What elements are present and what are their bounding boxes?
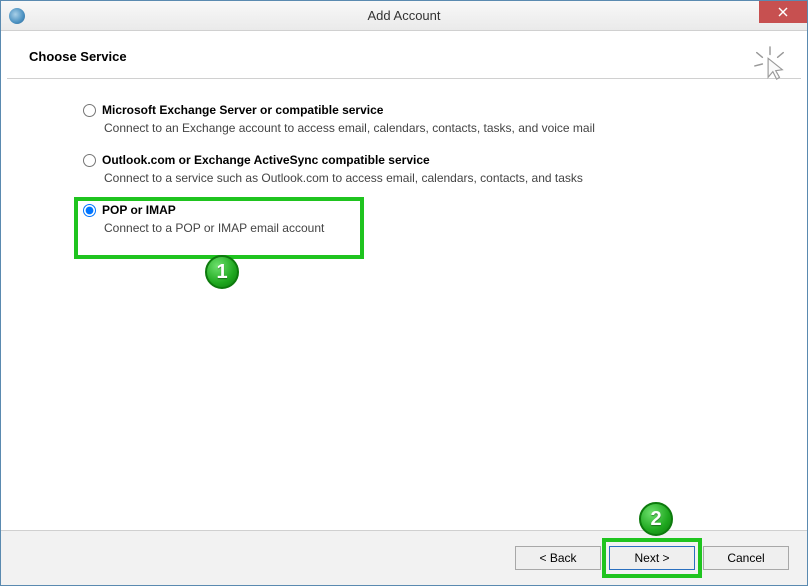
titlebar: Add Account (1, 1, 807, 31)
option-exchange: Microsoft Exchange Server or compatible … (83, 103, 779, 135)
option-pop-imap-label: POP or IMAP (102, 203, 176, 217)
option-activesync-label: Outlook.com or Exchange ActiveSync compa… (102, 153, 430, 167)
annotation-badge-2: 2 (639, 502, 673, 536)
next-button[interactable]: Next > (609, 546, 695, 570)
option-exchange-label: Microsoft Exchange Server or compatible … (102, 103, 383, 117)
next-button-wrapper: Next > 2 (609, 546, 695, 570)
service-options: Microsoft Exchange Server or compatible … (83, 103, 779, 235)
radio-exchange[interactable] (83, 104, 96, 117)
option-exchange-description: Connect to an Exchange account to access… (104, 121, 779, 135)
app-icon (9, 8, 25, 24)
cursor-icon (751, 45, 789, 83)
radio-activesync[interactable] (83, 154, 96, 167)
option-activesync-description: Connect to a service such as Outlook.com… (104, 171, 779, 185)
wizard-content: Microsoft Exchange Server or compatible … (1, 79, 807, 273)
annotation-badge-1: 1 (205, 255, 239, 289)
wizard-header: Choose Service (1, 31, 807, 78)
wizard-footer: < Back Next > 2 Cancel (1, 530, 807, 585)
cancel-button[interactable]: Cancel (703, 546, 789, 570)
back-button[interactable]: < Back (515, 546, 601, 570)
window-title: Add Account (368, 8, 441, 23)
option-pop-imap-description: Connect to a POP or IMAP email account (104, 221, 779, 235)
radio-pop-imap[interactable] (83, 204, 96, 217)
option-pop-imap: POP or IMAP Connect to a POP or IMAP ema… (83, 203, 779, 235)
add-account-window: Add Account Choose Service (0, 0, 808, 586)
page-title: Choose Service (29, 49, 779, 64)
option-activesync: Outlook.com or Exchange ActiveSync compa… (83, 153, 779, 185)
close-button[interactable] (759, 1, 807, 23)
close-icon (778, 7, 788, 17)
